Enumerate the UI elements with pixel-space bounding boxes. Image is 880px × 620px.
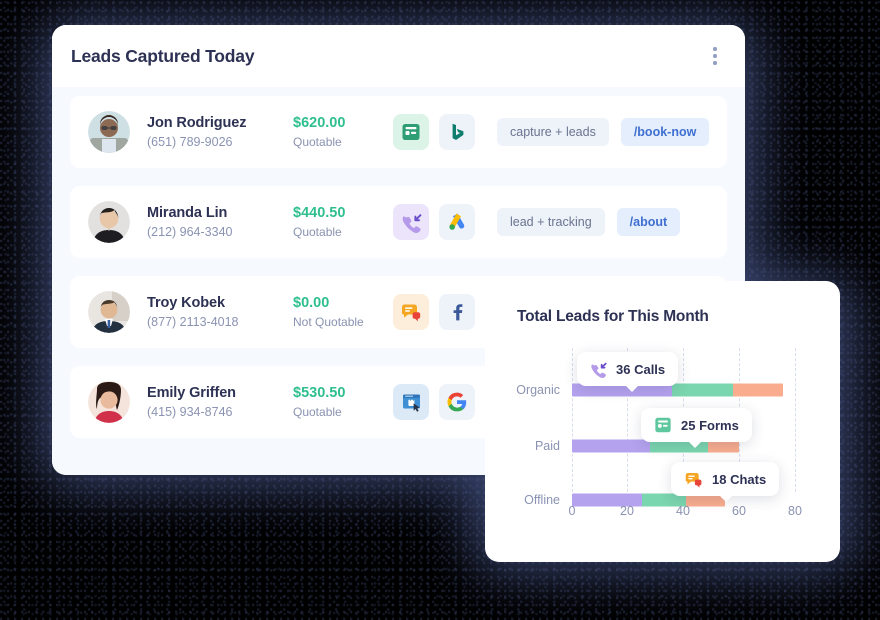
bar-segment-chats [733,383,783,397]
lead-status: Quotable [293,134,342,149]
lead-amount: $620.00 [293,114,346,131]
avatar [88,201,130,243]
avatar [88,291,130,333]
form-icon[interactable] [393,114,429,150]
gridline [572,348,573,492]
tooltip-calls[interactable]: 36 Calls [577,352,679,392]
lead-status: Not Quotable [293,314,364,329]
lead-phone: (651) 789-9026 [147,134,233,149]
y-axis-label: Offline [524,493,560,507]
avatar [88,111,130,153]
google-icon[interactable] [439,384,475,420]
kebab-menu-icon[interactable] [704,43,726,69]
lead-status: Quotable [293,224,342,239]
tag-pill[interactable]: capture + leads [497,118,609,146]
table-row[interactable]: Miranda Lin (212) 964-3340 $440.50 Quota… [70,186,727,258]
stacked-bar-chart: Organic Paid Offline 36 Calls 25 Forms 1… [485,340,840,526]
lead-identity: Miranda Lin (212) 964-3340 [147,204,293,241]
table-row[interactable]: Jon Rodriguez (651) 789-9026 $620.00 Quo… [70,96,727,168]
x-tick: 40 [676,504,690,518]
total-leads-chart-card: Total Leads for This Month Organic Paid … [485,281,840,562]
inbound-call-icon [591,362,607,378]
lead-identity: Jon Rodriguez (651) 789-9026 [147,114,293,151]
lead-identity: Troy Kobek (877) 2113-4018 [147,294,293,331]
chat-icon [685,472,702,488]
form-icon [655,417,671,433]
lead-value: $620.00 Quotable [293,114,393,151]
tooltip-forms[interactable]: 25 Forms [641,408,752,448]
tag-pill[interactable]: lead + tracking [497,208,605,236]
lead-amount: $0.00 [293,294,330,311]
y-axis-label: Paid [534,439,560,453]
gridline [795,348,796,492]
bing-icon[interactable] [439,114,475,150]
bar-segment-forms [672,383,733,397]
lead-name: Emily Griffen [147,384,236,401]
page-title: Leads Captured Today [71,45,255,66]
google-ads-icon[interactable] [439,204,475,240]
bar-segment-calls [572,439,650,453]
lead-value: $530.50 Quotable [293,384,393,421]
lead-phone: (877) 2113-4018 [147,314,239,329]
lead-amount: $530.50 [293,384,346,401]
lead-phone: (415) 934-8746 [147,404,233,419]
tooltip-label: 18 Chats [712,471,767,487]
tooltip-chats[interactable]: 18 Chats [671,462,780,502]
inbound-call-icon[interactable] [393,204,429,240]
lead-tags: lead + tracking /about [497,208,681,236]
lead-channels [393,114,475,150]
x-tick: 20 [620,504,634,518]
chart-title: Total Leads for This Month [517,308,709,325]
chat-icon[interactable] [393,294,429,330]
lead-channels [393,294,475,330]
lead-name: Miranda Lin [147,204,228,221]
y-axis-label: Organic [516,383,560,397]
web-click-icon[interactable] [393,384,429,420]
x-tick: 80 [788,504,802,518]
lead-name: Troy Kobek [147,294,225,311]
lead-amount: $440.50 [293,204,346,221]
lead-channels [393,204,475,240]
lead-tags: capture + leads /book-now [497,118,710,146]
lead-channels [393,384,475,420]
lead-identity: Emily Griffen (415) 934-8746 [147,384,293,421]
tooltip-label: 25 Forms [681,417,739,433]
path-pill[interactable]: /book-now [620,118,710,146]
lead-phone: (212) 964-3340 [147,224,233,239]
screenshot-stage: Leads Captured Today Jon Rodriguez (651)… [0,0,880,620]
path-pill[interactable]: /about [616,208,681,236]
lead-status: Quotable [293,404,342,419]
lead-value: $0.00 Not Quotable [293,294,393,331]
facebook-icon[interactable] [439,294,475,330]
avatar [88,381,130,423]
x-tick: 0 [568,504,576,518]
card-header: Leads Captured Today [52,25,745,87]
tooltip-label: 36 Calls [616,361,666,377]
lead-name: Jon Rodriguez [147,114,247,131]
x-tick: 60 [732,504,746,518]
lead-value: $440.50 Quotable [293,204,393,241]
